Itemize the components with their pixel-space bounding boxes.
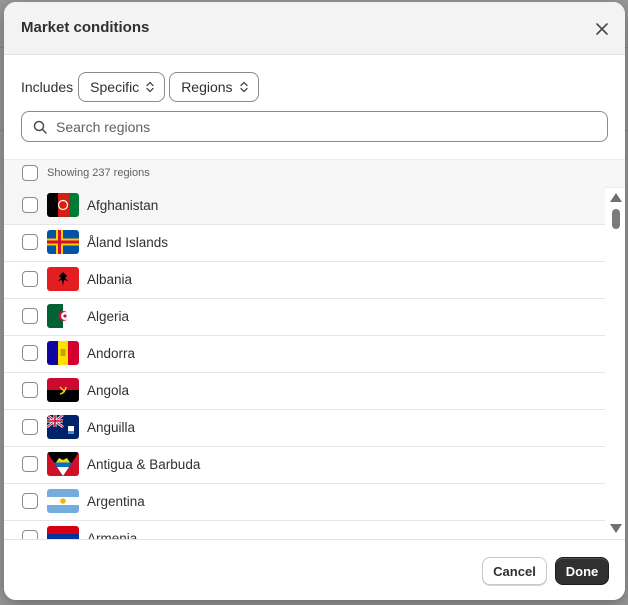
region-row-aland-islands[interactable]: Åland Islands xyxy=(4,224,605,262)
region-label: Andorra xyxy=(87,346,136,361)
region-label: Armenia xyxy=(87,531,138,539)
select-chevron-icon xyxy=(146,81,154,93)
search-field[interactable] xyxy=(21,111,608,142)
scrollbar-thumb[interactable] xyxy=(612,209,620,229)
flag-ao-icon xyxy=(47,378,79,402)
close-button[interactable] xyxy=(591,18,613,40)
region-row-angola[interactable]: Angola xyxy=(4,372,605,410)
flag-ax-icon xyxy=(47,230,79,254)
flag-al-icon xyxy=(47,267,79,291)
region-row-albania[interactable]: Albania xyxy=(4,261,605,299)
region-label: Argentina xyxy=(87,494,145,509)
select-all-checkbox[interactable] xyxy=(22,165,38,181)
close-icon xyxy=(596,23,608,35)
flag-ar-icon xyxy=(47,489,79,513)
cancel-button[interactable]: Cancel xyxy=(482,557,547,585)
region-row-argentina[interactable]: Argentina xyxy=(4,483,605,521)
region-count: Showing 237 regions xyxy=(47,167,150,179)
scope-select[interactable]: Regions xyxy=(169,72,259,102)
flag-dz-icon xyxy=(47,304,79,328)
region-label: Antigua & Barbuda xyxy=(87,457,201,472)
region-checkbox[interactable] xyxy=(22,493,38,509)
flag-af-icon xyxy=(47,193,79,217)
region-label: Afghanistan xyxy=(87,198,159,213)
region-label: Albania xyxy=(87,272,133,287)
region-row-anguilla[interactable]: Anguilla xyxy=(4,409,605,447)
flag-ad-icon xyxy=(47,341,79,365)
region-label: Algeria xyxy=(87,309,130,324)
search-icon xyxy=(33,120,47,134)
region-checkbox[interactable] xyxy=(22,456,38,472)
flag-ag-icon xyxy=(47,452,79,476)
region-label: Anguilla xyxy=(87,420,136,435)
region-list: Afghanistan Åland Islands Albania Algeri… xyxy=(4,187,605,539)
scroll-down-arrow-icon[interactable] xyxy=(610,524,622,533)
select-chevron-icon xyxy=(239,81,248,93)
region-checkbox[interactable] xyxy=(22,197,38,213)
scope-select-value: Regions xyxy=(181,79,233,95)
scroll-up-arrow-icon[interactable] xyxy=(610,193,622,202)
modal-title: Market conditions xyxy=(21,19,150,36)
region-row-andorra[interactable]: Andorra xyxy=(4,335,605,373)
mode-select-value: Specific xyxy=(90,79,140,95)
filter-row: Includes Specific Regions xyxy=(21,71,263,103)
region-checkbox[interactable] xyxy=(22,234,38,250)
region-row-afghanistan[interactable]: Afghanistan xyxy=(4,187,605,225)
region-checkbox[interactable] xyxy=(22,308,38,324)
market-conditions-modal: Market conditions Includes Specific Regi… xyxy=(4,2,625,600)
region-label: Åland Islands xyxy=(87,235,169,250)
region-row-antigua-barbuda[interactable]: Antigua & Barbuda xyxy=(4,446,605,484)
region-checkbox[interactable] xyxy=(22,271,38,287)
region-checkbox[interactable] xyxy=(22,419,38,435)
region-checkbox[interactable] xyxy=(22,382,38,398)
mode-select[interactable]: Specific xyxy=(78,72,166,102)
region-row-armenia[interactable]: Armenia xyxy=(4,520,605,539)
done-button[interactable]: Done xyxy=(555,557,609,585)
list-header: Showing 237 regions xyxy=(4,159,625,188)
flag-ai-icon xyxy=(47,415,79,439)
modal-header: Market conditions xyxy=(4,2,625,55)
region-label: Angola xyxy=(87,383,130,398)
includes-label: Includes xyxy=(21,79,74,95)
modal-footer: Cancel Done xyxy=(4,539,625,600)
list-scrollbar[interactable] xyxy=(607,187,625,539)
region-checkbox[interactable] xyxy=(22,345,38,361)
search-input[interactable] xyxy=(54,117,578,136)
region-checkbox[interactable] xyxy=(22,530,38,539)
region-row-algeria[interactable]: Algeria xyxy=(4,298,605,336)
flag-am-icon xyxy=(47,526,79,539)
